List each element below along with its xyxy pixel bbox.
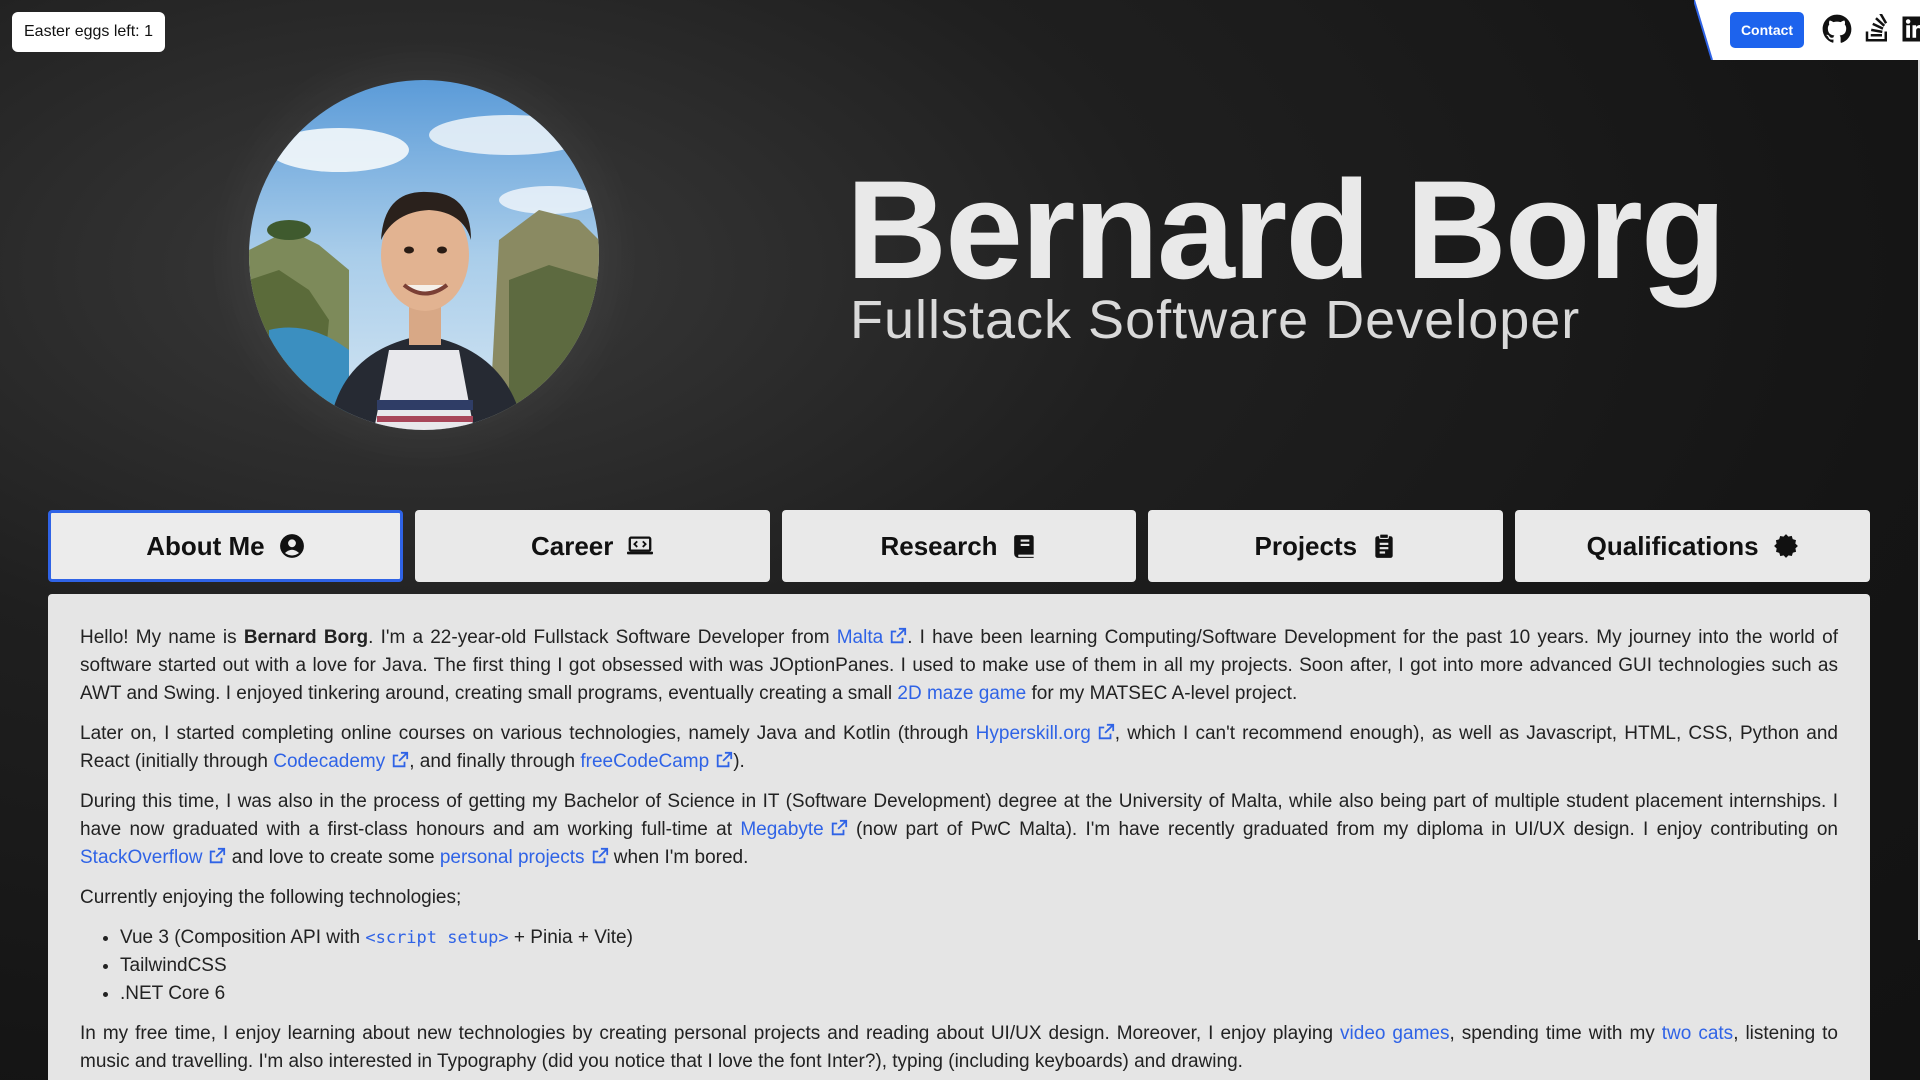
linkedin-icon[interactable] bbox=[1900, 14, 1920, 44]
link-label: personal projects bbox=[439, 847, 585, 868]
user-circle-icon bbox=[279, 534, 304, 558]
tab-about-me[interactable]: About Me bbox=[48, 510, 403, 582]
text: (now part of PwC Malta). I'm have recent… bbox=[847, 819, 1838, 840]
tab-projects[interactable]: Projects bbox=[1148, 510, 1504, 582]
text: , spending time with my bbox=[1449, 1023, 1662, 1044]
tab-label: Qualifications bbox=[1586, 530, 1759, 561]
tab-label: About Me bbox=[146, 530, 265, 561]
text: Vue 3 (Composition API with bbox=[120, 927, 366, 948]
tab-label: Career bbox=[530, 530, 614, 561]
external-link-icon bbox=[716, 751, 733, 768]
profile-photo bbox=[249, 80, 599, 430]
hyperskill-link[interactable]: Hyperskill.org bbox=[976, 723, 1115, 744]
clipboard-list-icon bbox=[1375, 533, 1393, 558]
text: when I'm bored. bbox=[608, 847, 749, 868]
external-link-icon bbox=[1098, 723, 1114, 740]
stackoverflow-icon[interactable] bbox=[1862, 12, 1892, 44]
link-label: Megabyte bbox=[740, 819, 824, 840]
stackoverflow-link[interactable]: StackOverflow bbox=[80, 847, 226, 868]
link-label: StackOverflow bbox=[80, 847, 203, 868]
about-paragraph-4: Currently enjoying the following technol… bbox=[80, 887, 462, 908]
hero-subtitle: Fullstack Software Developer bbox=[850, 290, 1581, 350]
tab-label: Research bbox=[880, 530, 998, 561]
text: Later on, I started completing online co… bbox=[80, 723, 976, 744]
text: and love to create some bbox=[226, 847, 440, 868]
personal-projects-link[interactable]: personal projects bbox=[440, 847, 609, 868]
easter-eggs-counter: Easter eggs left: 1 bbox=[12, 12, 165, 52]
top-nav: Contact bbox=[1694, 0, 1920, 60]
list-item: Vue 3 (Composition API with <script setu… bbox=[120, 924, 1838, 952]
link-label: freeCodeCamp bbox=[580, 751, 710, 772]
link-label: Hyperskill.org bbox=[975, 723, 1091, 744]
megabyte-link[interactable]: Megabyte bbox=[740, 819, 847, 840]
code-snippet: <script setup> bbox=[365, 928, 509, 948]
external-link-icon bbox=[393, 751, 409, 768]
link-label: Codecademy bbox=[273, 751, 386, 772]
maze-game-link[interactable]: 2D maze game bbox=[897, 683, 1026, 704]
section-tabs: About Me Career Research Projects Qualif… bbox=[48, 510, 1870, 582]
text: . I'm a 22-year-old Fullstack Software D… bbox=[368, 627, 837, 648]
contact-button[interactable]: Contact bbox=[1730, 12, 1804, 48]
text: Hello! My name is bbox=[80, 627, 244, 648]
technology-list: Vue 3 (Composition API with <script setu… bbox=[80, 924, 1838, 1008]
list-item: TailwindCSS bbox=[120, 952, 1838, 980]
hero-name: Bernard Borg bbox=[846, 151, 1726, 308]
github-icon[interactable] bbox=[1822, 14, 1852, 44]
book-icon bbox=[1013, 535, 1034, 558]
external-link-icon bbox=[210, 847, 226, 864]
freecodecamp-link[interactable]: freeCodeCamp bbox=[580, 751, 733, 772]
codecademy-link[interactable]: Codecademy bbox=[273, 751, 409, 772]
about-me-panel: Hello! My name is Bernard Borg. I'm a 22… bbox=[48, 594, 1870, 1080]
list-item: .NET Core 6 bbox=[120, 980, 1838, 1008]
malta-link[interactable]: Malta bbox=[837, 627, 907, 648]
tab-career[interactable]: Career bbox=[414, 510, 770, 582]
tab-research[interactable]: Research bbox=[781, 510, 1137, 582]
link-label: Malta bbox=[836, 627, 884, 648]
text: In my free time, I enjoy learning about … bbox=[80, 1023, 1341, 1044]
text: ). bbox=[733, 751, 745, 772]
certificate-icon bbox=[1773, 534, 1798, 558]
about-paragraph-2: Later on, I started completing online co… bbox=[80, 720, 1838, 776]
two-cats-link[interactable]: two cats bbox=[1662, 1023, 1733, 1044]
tab-qualifications[interactable]: Qualifications bbox=[1515, 510, 1870, 582]
video-games-link[interactable]: video games bbox=[1340, 1023, 1449, 1044]
about-paragraph-5: In my free time, I enjoy learning about … bbox=[80, 1020, 1838, 1076]
laptop-code-icon bbox=[627, 536, 654, 555]
about-paragraph-3: During this time, I was also in the proc… bbox=[80, 788, 1838, 872]
external-link-icon bbox=[831, 819, 847, 836]
text: for my MATSEC A-level project. bbox=[1026, 683, 1298, 704]
text: + Pinia + Vite) bbox=[508, 927, 633, 948]
name-bold: Bernard Borg bbox=[243, 627, 369, 648]
tab-label: Projects bbox=[1254, 530, 1358, 561]
about-paragraph-1: Hello! My name is Bernard Borg. I'm a 22… bbox=[80, 624, 1838, 708]
external-link-icon bbox=[890, 627, 907, 644]
external-link-icon bbox=[592, 847, 608, 864]
text: , and finally through bbox=[409, 751, 581, 772]
